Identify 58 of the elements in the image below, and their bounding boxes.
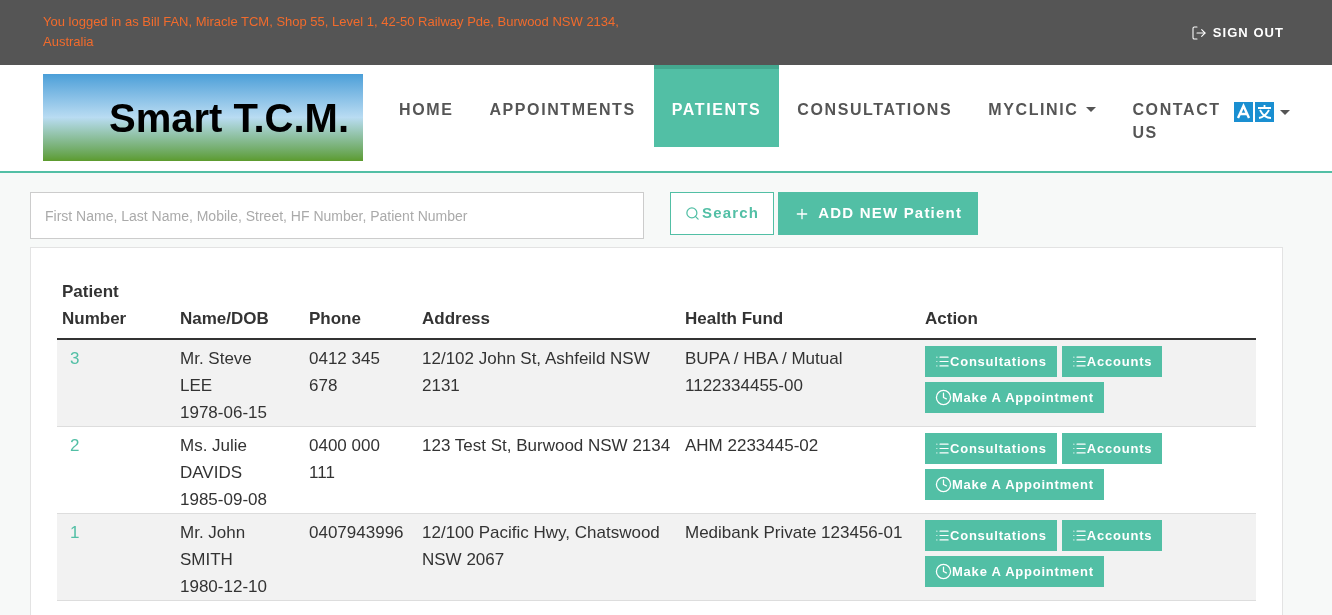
- search-field[interactable]: First Name, Last Name, Mobile, Street, HF Number, Patient Number: [30, 192, 644, 239]
- column-header: Address: [422, 309, 491, 328]
- clock-icon: [935, 476, 952, 493]
- list-icon: [935, 354, 950, 369]
- health-fund: AHM 2233445-02: [685, 436, 819, 455]
- nav-item[interactable]: HOME: [381, 65, 472, 147]
- consultations-button[interactable]: Consultations: [925, 346, 1057, 377]
- add-patient-button[interactable]: ADD NEW Patient: [778, 192, 979, 235]
- patient-name: Ms. Julie DAVIDS: [180, 435, 249, 484]
- patient-name: Mr. John SMITH: [180, 522, 247, 571]
- make-appointment-button[interactable]: Make A Appointment: [925, 382, 1104, 413]
- language-icon: [1234, 102, 1277, 122]
- patient-phone: 0412 345 678: [309, 348, 381, 397]
- patient-address: 12/100 Pacific Hwy, Chatswood NSW 2067: [422, 523, 660, 569]
- patient-phone: 0400 000 111: [309, 435, 381, 484]
- column-header: Patient Number: [62, 281, 128, 330]
- clock-icon: [935, 563, 952, 580]
- search-button[interactable]: Search: [670, 192, 775, 235]
- consultations-button[interactable]: Consultations: [925, 433, 1057, 464]
- make-appointment-button[interactable]: Make A Appointment: [925, 556, 1104, 587]
- patient-number-link[interactable]: 2: [70, 436, 80, 455]
- caret-icon: [1280, 109, 1291, 115]
- patient-dob: 1985-09-08: [180, 489, 268, 511]
- patient-address: 12/102 John St, Ashfeild NSW 2131: [422, 349, 650, 395]
- health-fund: Medibank Private 123456-01: [685, 523, 903, 542]
- patient-dob: 1978-06-15: [180, 402, 268, 424]
- sign-out-button[interactable]: SIGN OUT: [1190, 23, 1284, 43]
- search-icon: [685, 206, 700, 221]
- nav-item[interactable]: CONSULTATIONS: [779, 65, 971, 147]
- patient-phone: 0407943996: [309, 522, 405, 544]
- list-icon: [1071, 441, 1087, 456]
- accounts-button[interactable]: Accounts: [1061, 346, 1163, 377]
- patient-name: Mr. Steve LEE: [180, 348, 253, 397]
- patient-number-link[interactable]: 3: [70, 349, 80, 368]
- list-icon: [1071, 528, 1087, 543]
- make-appointment-button[interactable]: Make A Appointment: [925, 469, 1104, 500]
- column-header: Action: [925, 309, 978, 328]
- column-header: Phone: [309, 309, 361, 328]
- clock-icon: [935, 389, 952, 406]
- nav-item[interactable]: PATIENTS: [653, 65, 780, 147]
- sign-out-icon: [1190, 24, 1207, 41]
- health-fund: BUPA / HBA / Mutual 1122334455-00: [685, 349, 843, 395]
- list-icon: [935, 441, 950, 456]
- nav-item[interactable]: MYCLINIC: [970, 65, 1115, 147]
- list-icon: [1071, 354, 1087, 369]
- patient-address: 123 Test St, Burwood NSW 2134: [422, 436, 671, 455]
- patient-number-link[interactable]: 1: [70, 523, 80, 542]
- login-info: You logged in as Bill FAN, Miracle TCM, Shop 55, Level 1, 42-50 Railway Pde, Burwood NSW 2134, Australia: [43, 13, 620, 51]
- nav-item[interactable]: APPOINTMENTS: [471, 65, 654, 147]
- column-header: Health Fund: [685, 309, 784, 328]
- accounts-button[interactable]: Accounts: [1061, 520, 1163, 551]
- column-header: Name/DOB: [180, 309, 269, 328]
- patient-dob: 1980-12-10: [180, 576, 268, 598]
- accounts-button[interactable]: Accounts: [1061, 433, 1163, 464]
- logo[interactable]: Smart T.C.M.: [43, 74, 363, 161]
- list-icon: [935, 528, 950, 543]
- consultations-button[interactable]: Consultations: [925, 520, 1057, 551]
- language-button[interactable]: [1234, 102, 1291, 122]
